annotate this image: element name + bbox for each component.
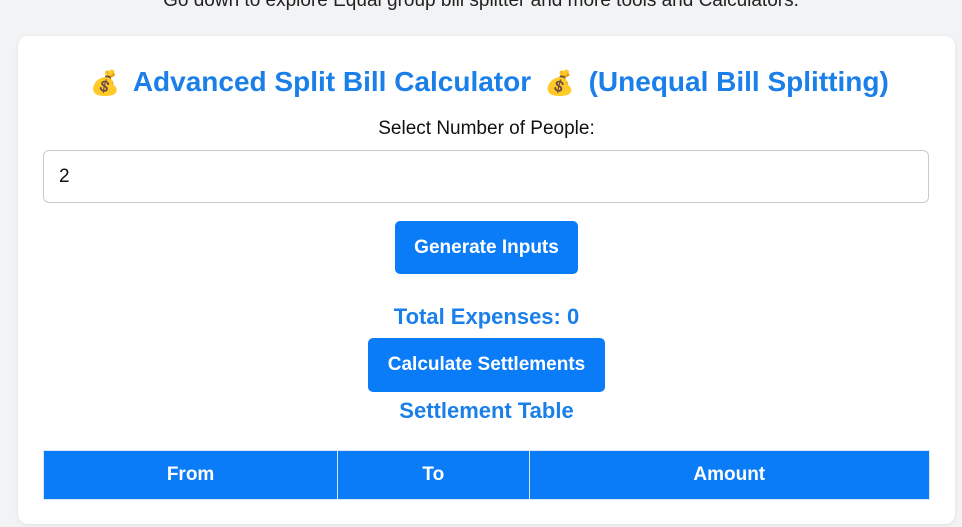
- money-bag-icon: 💰: [90, 70, 121, 97]
- header-from: From: [42, 450, 339, 500]
- people-label: Select Number of People:: [378, 118, 595, 139]
- money-bag-icon: 💰: [544, 70, 575, 97]
- top-note: Go down to explore Equal group bill spli…: [163, 0, 799, 11]
- generate-inputs-button[interactable]: Generate Inputs: [395, 221, 578, 274]
- settlement-table-title: Settlement Table: [399, 398, 574, 423]
- header-amount: Amount: [528, 450, 931, 500]
- title-sub: (Unequal Bill Splitting): [588, 66, 889, 97]
- header-to: To: [337, 450, 530, 500]
- title-main: Advanced Split Bill Calculator: [132, 66, 532, 97]
- settlement-table: From To Amount: [42, 450, 931, 500]
- total-expenses: Total Expenses: 0: [393, 304, 580, 329]
- people-count-input[interactable]: [43, 150, 929, 203]
- calculate-settlements-button[interactable]: Calculate Settlements: [368, 338, 605, 392]
- calculator-card: 💰 Advanced Split Bill Calculator 💰 (Uneq…: [18, 36, 955, 524]
- table-header-row: From To Amount: [42, 450, 931, 500]
- page-title: 💰 Advanced Split Bill Calculator 💰 (Uneq…: [18, 66, 955, 98]
